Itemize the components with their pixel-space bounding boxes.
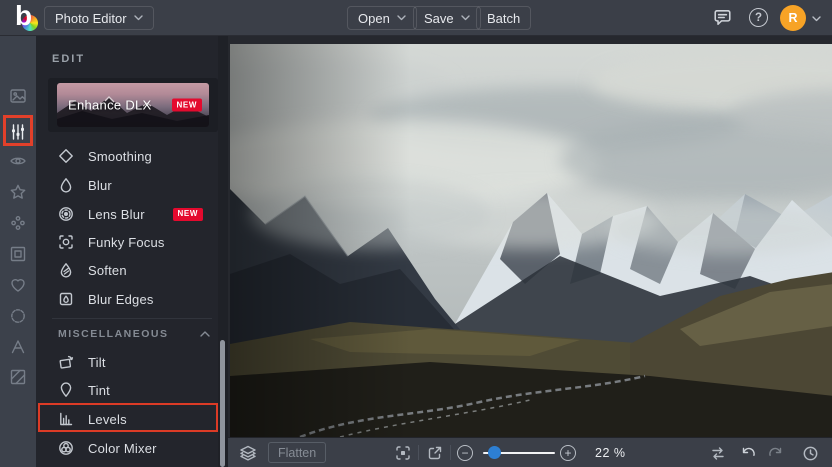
minus-glyph: −	[461, 445, 469, 460]
diamond-icon	[59, 149, 73, 163]
menu-item-label: Levels	[88, 411, 127, 427]
chevron-down-icon	[460, 15, 470, 21]
menu-item-label: Lens Blur	[88, 206, 145, 222]
compare-icon[interactable]	[710, 445, 726, 461]
redo-icon[interactable]	[768, 445, 784, 461]
tilt-icon	[59, 355, 74, 369]
tool-rail	[0, 36, 36, 467]
feedback-chat-icon[interactable]	[712, 8, 733, 27]
export-view-icon[interactable]	[427, 445, 443, 461]
toolbar-divider	[450, 445, 451, 460]
banner-title: Enhance DLX	[68, 97, 152, 113]
menu-item-blur-edges[interactable]: Blur Edges	[36, 285, 219, 313]
avatar[interactable]: R	[780, 5, 806, 31]
menu-item-levels[interactable]: Levels	[36, 405, 219, 433]
panel-scrollbar-thumb[interactable]	[220, 340, 225, 467]
photo-mountain-landscape[interactable]	[230, 44, 832, 437]
effects-eye-icon[interactable]	[9, 152, 27, 170]
app-menu-label: Photo Editor	[55, 10, 127, 26]
fit-screen-icon[interactable]	[395, 445, 411, 461]
menu-item-label: Soften	[88, 262, 127, 278]
artsy-star-icon[interactable]	[9, 183, 27, 201]
menu-item-label: Funky Focus	[88, 234, 165, 250]
batch-label: Batch	[487, 10, 521, 26]
zoom-percent: 22 %	[595, 446, 626, 460]
frames-icon[interactable]	[9, 245, 27, 263]
canvas-toolbar: Flatten − + 22 %	[228, 437, 832, 467]
zoom-out-button[interactable]: −	[457, 444, 473, 461]
photo-manager-icon[interactable]	[9, 87, 27, 105]
menu-item-label: Color Mixer	[88, 440, 157, 456]
chevron-up-icon	[200, 331, 210, 337]
batch-button[interactable]: Batch	[476, 6, 532, 30]
menu-item-lens-blur[interactable]: Lens Blur NEW	[36, 200, 219, 228]
menu-item-label: Blur Edges	[88, 291, 154, 307]
panel-title: EDIT	[52, 53, 86, 65]
menu-item-label: Tint	[88, 382, 110, 398]
menu-item-blur[interactable]: Blur	[36, 171, 219, 199]
help-icon[interactable]: ?	[749, 8, 768, 27]
lens-blur-new-badge: NEW	[172, 207, 203, 221]
toolbar-divider	[418, 445, 419, 460]
overlays-heart-icon[interactable]	[9, 276, 27, 294]
canvas-area	[228, 36, 832, 437]
menu-item-smoothing[interactable]: Smoothing	[36, 142, 219, 170]
layers-icon[interactable]	[239, 444, 257, 462]
focus-icon	[59, 235, 73, 249]
banner-new-badge: NEW	[171, 98, 202, 112]
save-button[interactable]: Save	[413, 6, 481, 30]
levels-icon	[60, 412, 73, 426]
undo-icon[interactable]	[740, 445, 756, 461]
account-chevron-down-icon[interactable]	[812, 16, 821, 22]
flatten-button[interactable]: Flatten	[268, 442, 327, 463]
textures-icon[interactable]	[9, 368, 27, 386]
menu-item-tint[interactable]: Tint	[36, 376, 219, 404]
zoom-in-button[interactable]: +	[560, 444, 576, 461]
drop-icon	[60, 178, 72, 193]
blur-edges-icon	[59, 292, 73, 306]
app-menu-button[interactable]: Photo Editor	[44, 6, 154, 30]
menu-item-tilt[interactable]: Tilt	[36, 348, 219, 376]
menu-item-label: Blur	[88, 177, 112, 193]
menu-item-label: Smoothing	[88, 148, 152, 164]
avatar-initial: R	[788, 11, 798, 25]
logo-letter: b	[15, 0, 33, 31]
section-divider	[52, 318, 212, 319]
plus-glyph: +	[564, 445, 572, 460]
photo-editor-app: b Photo Editor Open Save Batch ? R EDIT …	[0, 0, 832, 467]
section-miscellaneous[interactable]: MISCELLANEOUS	[36, 326, 219, 342]
graphics-seal-icon[interactable]	[9, 307, 27, 325]
text-icon[interactable]	[9, 338, 27, 356]
menu-item-soften[interactable]: Soften	[36, 256, 219, 284]
section-label: MISCELLANEOUS	[58, 328, 169, 340]
edit-sliders-icon[interactable]	[9, 123, 27, 141]
befunky-logo[interactable]: b	[9, 0, 39, 34]
save-label: Save	[424, 10, 454, 26]
menu-item-funky-focus[interactable]: Funky Focus	[36, 228, 219, 256]
history-clock-icon[interactable]	[802, 445, 819, 462]
topbar: b Photo Editor Open Save Batch ? R	[0, 0, 832, 36]
enhance-dlx-banner[interactable]: Enhance DLX NEW	[57, 83, 209, 127]
open-button[interactable]: Open	[347, 6, 417, 30]
tint-icon	[60, 382, 72, 397]
menu-item-label: Tilt	[88, 354, 106, 370]
open-label: Open	[358, 10, 390, 26]
menu-item-color-mixer[interactable]: Color Mixer	[36, 434, 219, 462]
chevron-down-icon	[397, 15, 406, 21]
help-glyph: ?	[754, 11, 763, 24]
flatten-label: Flatten	[278, 445, 317, 460]
color-mixer-icon	[59, 441, 73, 455]
chevron-down-icon	[133, 15, 143, 21]
aperture-icon	[59, 207, 73, 221]
edit-panel: EDIT Enhance DLX NEW Smoothing Blur Lens…	[36, 36, 228, 467]
touch-up-dots-icon[interactable]	[9, 214, 27, 232]
zoom-slider-knob[interactable]	[488, 446, 501, 459]
soften-icon	[60, 263, 72, 278]
